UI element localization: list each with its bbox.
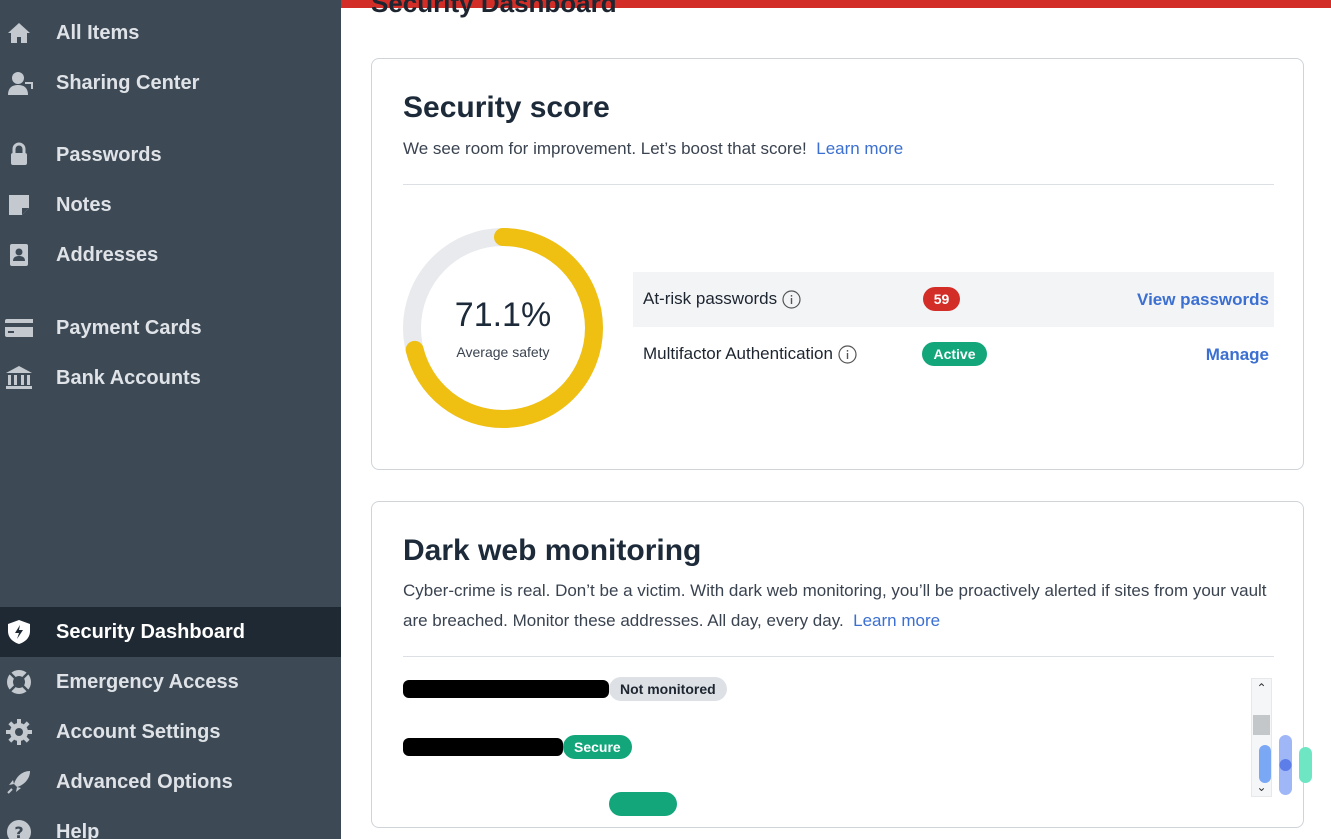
dark-web-description-text: Cyber-crime is real. Don’t be a victim. … bbox=[403, 581, 1267, 630]
sidebar-item-security-dashboard[interactable]: Security Dashboard bbox=[0, 607, 341, 657]
scrollbar-thumb[interactable] bbox=[1253, 715, 1270, 735]
redacted-email bbox=[403, 738, 563, 756]
at-risk-passwords-label-text: At-risk passwords bbox=[643, 289, 778, 308]
bank-icon bbox=[4, 363, 34, 393]
sidebar-item-label: Addresses bbox=[56, 243, 159, 266]
sidebar-item-passwords[interactable]: Passwords bbox=[0, 130, 341, 180]
address-book-icon bbox=[4, 240, 34, 270]
sidebar-item-label: Emergency Access bbox=[56, 670, 239, 693]
page-title: Security Dashboard bbox=[371, 0, 617, 18]
sidebar-item-label: Sharing Center bbox=[56, 71, 200, 94]
sidebar-item-label: Security Dashboard bbox=[56, 620, 245, 643]
sidebar-item-label: Payment Cards bbox=[56, 316, 202, 339]
dark-web-title: Dark web monitoring bbox=[403, 534, 702, 567]
app-window: All Items Sharing Center Passwords Notes… bbox=[0, 0, 1331, 839]
main-content: Security Dashboard Security score We see… bbox=[341, 0, 1331, 839]
sidebar-item-label: Bank Accounts bbox=[56, 366, 201, 389]
security-score-caption: Average safety bbox=[456, 344, 550, 360]
at-risk-count-badge: 59 bbox=[923, 287, 960, 311]
sidebar-item-help[interactable]: ? Help bbox=[0, 807, 341, 839]
chevron-up-icon[interactable]: ⌃ bbox=[1252, 679, 1271, 697]
info-icon[interactable] bbox=[782, 289, 801, 309]
rocket-icon bbox=[4, 767, 34, 797]
sidebar-item-label: Notes bbox=[56, 193, 112, 216]
user-share-icon bbox=[4, 68, 34, 98]
dark-web-learn-more-link[interactable]: Learn more bbox=[853, 611, 940, 630]
security-score-learn-more-link[interactable]: Learn more bbox=[816, 139, 903, 158]
shield-icon bbox=[4, 617, 34, 647]
at-risk-passwords-label: At-risk passwords bbox=[643, 289, 801, 309]
sidebar-item-advanced-options[interactable]: Advanced Options bbox=[0, 757, 341, 807]
dark-web-card: Dark web monitoring Cyber-crime is real.… bbox=[371, 501, 1304, 828]
sidebar-item-notes[interactable]: Notes bbox=[0, 180, 341, 230]
sidebar-item-label: Advanced Options bbox=[56, 770, 233, 793]
note-icon bbox=[4, 190, 34, 220]
sidebar-item-sharing-center[interactable]: Sharing Center bbox=[0, 58, 341, 108]
sidebar: All Items Sharing Center Passwords Notes… bbox=[0, 0, 341, 839]
help-icon: ? bbox=[4, 817, 34, 839]
sidebar-item-payment-cards[interactable]: Payment Cards bbox=[0, 303, 341, 353]
svg-text:?: ? bbox=[14, 823, 23, 839]
sidebar-item-label: Help bbox=[56, 820, 100, 839]
security-score-title: Security score bbox=[403, 91, 610, 124]
sidebar-item-addresses[interactable]: Addresses bbox=[0, 230, 341, 280]
credit-card-icon bbox=[4, 313, 34, 343]
security-score-value: 71.1% bbox=[454, 296, 552, 334]
email-status-badge: Secure bbox=[563, 735, 632, 759]
email-status-badge: Not monitored bbox=[609, 677, 727, 701]
sidebar-item-label: All Items bbox=[56, 21, 140, 44]
mfa-label: Multifactor Authentication bbox=[643, 344, 857, 364]
sidebar-item-label: Account Settings bbox=[56, 720, 221, 743]
divider bbox=[403, 184, 1274, 185]
monitored-email-row: Not monitored bbox=[403, 676, 727, 702]
sidebar-item-all-items[interactable]: All Items bbox=[0, 8, 341, 58]
sidebar-item-emergency-access[interactable]: Emergency Access bbox=[0, 657, 341, 707]
lock-icon bbox=[4, 140, 34, 170]
view-passwords-link[interactable]: View passwords bbox=[1137, 290, 1269, 310]
home-icon bbox=[4, 18, 34, 48]
at-risk-passwords-row: At-risk passwords 59 View passwords bbox=[633, 272, 1274, 327]
info-icon[interactable] bbox=[838, 344, 857, 364]
mfa-row: Multifactor Authentication Active Manage bbox=[633, 327, 1274, 382]
monitored-email-row: Secure bbox=[403, 734, 632, 760]
sidebar-item-label: Passwords bbox=[56, 143, 162, 166]
mfa-label-text: Multifactor Authentication bbox=[643, 344, 833, 363]
assistant-widget-icon[interactable] bbox=[1255, 733, 1317, 797]
mfa-status-badge: Active bbox=[922, 342, 987, 366]
divider bbox=[403, 656, 1274, 657]
security-score-subtitle: We see room for improvement. Let’s boost… bbox=[403, 134, 903, 164]
dark-web-description: Cyber-crime is real. Don’t be a victim. … bbox=[403, 576, 1274, 636]
lifebuoy-icon bbox=[4, 667, 34, 697]
gear-icon bbox=[4, 717, 34, 747]
sidebar-item-bank-accounts[interactable]: Bank Accounts bbox=[0, 353, 341, 403]
sidebar-item-account-settings[interactable]: Account Settings bbox=[0, 707, 341, 757]
security-score-subtitle-text: We see room for improvement. Let’s boost… bbox=[403, 139, 807, 158]
email-status-badge-partial bbox=[609, 792, 677, 816]
security-score-card: Security score We see room for improveme… bbox=[371, 58, 1304, 470]
redacted-email bbox=[403, 680, 609, 698]
manage-mfa-link[interactable]: Manage bbox=[1206, 345, 1269, 365]
